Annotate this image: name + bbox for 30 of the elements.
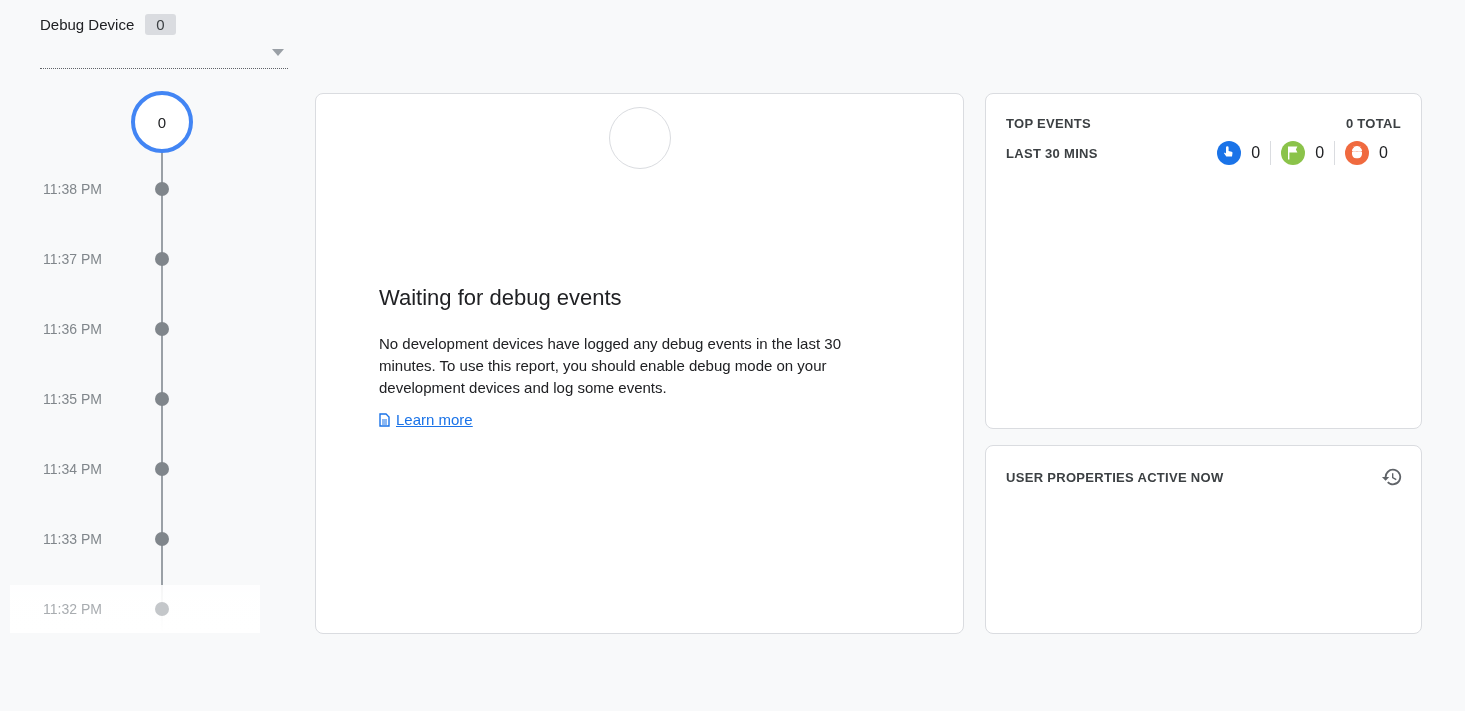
time-label: 11:32 PM xyxy=(43,601,103,617)
debug-device-label: Debug Device xyxy=(40,16,135,33)
time-label: 11:35 PM xyxy=(43,391,103,407)
total-count: 0 TOTAL xyxy=(1345,116,1401,131)
event-count: 0 xyxy=(1251,144,1261,162)
history-icon[interactable] xyxy=(1381,466,1403,488)
timeline-dot xyxy=(155,182,169,196)
description-text: No development devices have logged any debug events in the last 30 minutes. To use this report, you should enable debug mode on your development devices and log some events. xyxy=(379,334,842,398)
card-title: Waiting for debug events xyxy=(379,285,623,311)
timeline-dot xyxy=(155,602,169,616)
timeline-dot xyxy=(155,322,169,336)
card-title: USER PROPERTIES ACTIVE NOW xyxy=(1006,469,1224,485)
time-label: 11:38 PM xyxy=(43,181,103,197)
timeline-dot xyxy=(155,252,169,266)
time-label: 11:34 PM xyxy=(43,461,103,477)
event-count: 0 xyxy=(1315,144,1325,162)
learn-more-link[interactable]: Learn more xyxy=(379,411,473,428)
timeline-dot xyxy=(155,532,169,546)
time-label: 11:36 PM xyxy=(43,321,103,337)
caret-icon xyxy=(272,48,284,56)
time-label: 11:37 PM xyxy=(43,251,103,267)
document-icon xyxy=(379,412,390,427)
event-count: 0 xyxy=(1379,144,1388,162)
event-count-ring: 0 xyxy=(131,91,193,153)
timeline-dot xyxy=(155,462,169,476)
period-label: LAST 30 MINS xyxy=(1006,145,1098,161)
card-title: TOP EVENTS xyxy=(1006,116,1091,131)
time-label: 11:33 PM xyxy=(43,531,103,547)
timeline-dot xyxy=(155,392,169,406)
device-count-badge: 0 xyxy=(145,14,176,35)
